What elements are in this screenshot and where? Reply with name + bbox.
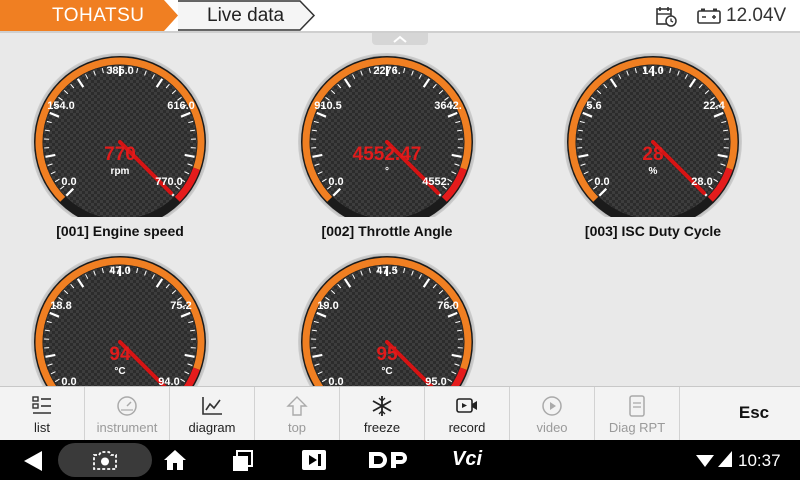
gauge-tick-min-label: 0.0	[61, 176, 76, 188]
gauge-5[interactable]: 47.5 19.0 76.0 0.0 95.0 95 °C	[267, 247, 507, 386]
toolbar-button-label: freeze	[363, 420, 401, 435]
battery-icon	[697, 8, 721, 24]
gauge-tick-top-label: 47.0	[109, 265, 130, 277]
diagram-button[interactable]: diagram	[170, 387, 255, 441]
gauge-value: 770	[104, 144, 136, 165]
diag-rpt-button[interactable]: Diag RPT	[595, 387, 680, 441]
gauge-dial: 385.0 154.0 616.0 0.0 770.0 770rpm	[31, 53, 209, 217]
gauge-tick-high-label: 75.2	[170, 300, 191, 312]
gauge-tick-max-label: 770.0	[155, 176, 183, 188]
gauge-tick-min-label: 0.0	[594, 176, 609, 188]
gauge-tick-low-label: 19.0	[317, 300, 338, 312]
snowflake-icon	[372, 396, 392, 416]
gauge-tick-top-label: 47.5	[376, 265, 397, 277]
gauge-icon	[117, 396, 137, 416]
gauge-value: 95	[376, 344, 398, 365]
home-icon[interactable]	[163, 449, 187, 471]
gauge-tick-max-label: 94.0	[158, 376, 179, 386]
dp-logo-icon[interactable]	[367, 450, 411, 470]
play-icon	[542, 396, 562, 416]
chevron-up-icon	[393, 35, 407, 43]
gauge-value: 4552.47	[353, 144, 422, 165]
gauge-2[interactable]: 2276. 910.5 3642. 0.0 4552. 4552.47 ° [002] Thr…	[267, 47, 507, 247]
vci-button[interactable]: Vci	[452, 448, 482, 471]
bottom-toolbar: list instrument diagram top freeze record vide…	[0, 386, 800, 441]
collapse-handle[interactable]	[372, 33, 428, 45]
gauge-tick-top-label: 2276.	[373, 65, 401, 77]
top-button[interactable]: top	[255, 387, 340, 441]
toolbar-button-label: video	[536, 420, 568, 435]
document-icon	[629, 395, 645, 417]
app-switch-icon[interactable]	[301, 449, 327, 471]
calendar-clock-icon	[656, 7, 677, 27]
video-camera-icon	[456, 398, 477, 413]
gauge-tick-high-label: 76.0	[437, 300, 458, 312]
gauge-tick-max-label: 4552.	[422, 176, 450, 188]
gauge-1[interactable]: 385.0 154.0 616.0 0.0 770.0 770 rpm [001] Engin…	[0, 47, 240, 247]
gauge-tick-high-label: 3642.	[434, 100, 462, 112]
clock: 10:37	[738, 451, 781, 470]
instrument-button[interactable]: instrument	[85, 387, 170, 441]
toolbar-button-label: instrument	[96, 420, 158, 435]
gauge-tick-high-label: 22.4	[703, 100, 725, 112]
brand-tab[interactable]: TOHATSU	[0, 0, 178, 31]
gauge-tick-low-label: 5.6	[586, 100, 601, 112]
gauge-dial: 14.0 5.6 22.4 0.0 28.0 28%	[564, 53, 742, 217]
toolbar-button-label: top	[287, 420, 307, 435]
wifi-icon	[696, 455, 714, 467]
breadcrumb: Live data	[176, 0, 316, 31]
battery-voltage: 12.04V	[726, 5, 787, 26]
gauge-tick-min-label: 0.0	[328, 176, 343, 188]
signal-icon	[718, 451, 732, 467]
recent-apps-icon[interactable]	[232, 450, 254, 472]
gauge-dial: 47.0 18.8 75.2 0.0 94.0 94°C	[31, 253, 209, 386]
arrow-up-icon	[286, 396, 308, 416]
gauge-unit: %	[649, 166, 658, 177]
freeze-button[interactable]: freeze	[340, 387, 425, 441]
gauge-dial: 2276. 910.5 3642. 0.0 4552.4552.47°	[298, 53, 476, 217]
record-button[interactable]: record	[425, 387, 510, 441]
esc-label: Esc	[738, 403, 770, 422]
gauge-dial: 47.5 19.0 76.0 0.0 95.0 95°C	[298, 253, 476, 386]
gauge-unit: °	[385, 166, 389, 177]
esc-button[interactable]: Esc	[708, 387, 800, 441]
gauge-tick-min-label: 0.0	[61, 376, 76, 386]
gauge-title: [001] Engine speed	[56, 223, 184, 239]
system-nav-bar: Vci 10:37	[0, 440, 800, 480]
gauge-tick-min-label: 0.0	[328, 376, 343, 386]
gauge-tick-max-label: 28.0	[691, 176, 712, 188]
breadcrumb-label: Live data	[207, 5, 285, 26]
gauge-tick-high-label: 616.0	[167, 100, 195, 112]
gauge-unit: rpm	[111, 166, 130, 177]
toolbar-button-label: Diag RPT	[608, 420, 666, 435]
toolbar-button-label: record	[448, 420, 486, 435]
gauge-unit: °C	[381, 366, 392, 377]
gauge-value: 28	[642, 144, 663, 165]
gauge-title: [002] Throttle Angle	[321, 223, 453, 239]
gauge-tick-top-label: 385.0	[106, 65, 134, 77]
list-icon	[32, 396, 51, 414]
toolbar-button-label: diagram	[188, 420, 236, 435]
list-button[interactable]: list	[0, 387, 85, 441]
vci-label: Vci	[452, 448, 483, 470]
gauge-4[interactable]: 47.0 18.8 75.2 0.0 94.0 94 °C	[0, 247, 240, 386]
gauge-tick-low-label: 154.0	[47, 100, 75, 112]
gauge-value: 94	[109, 344, 131, 365]
toolbar-button-label: list	[34, 420, 50, 435]
gauge-3[interactable]: 14.0 5.6 22.4 0.0 28.0 28% [003] ISC Duty Cycl…	[533, 47, 773, 247]
camera-icon	[93, 451, 117, 470]
back-icon[interactable]	[22, 450, 44, 472]
screenshot-button[interactable]	[58, 443, 152, 477]
gauge-panel: 385.0 154.0 616.0 0.0 770.0 770 rpm [001] Engin…	[0, 33, 800, 386]
gauge-tick-max-label: 95.0	[425, 376, 446, 386]
top-header: TOHATSU Live data 12.04V	[0, 0, 800, 33]
gauge-tick-top-label: 14.0	[642, 65, 663, 77]
video-button[interactable]: video	[510, 387, 595, 441]
gauge-tick-low-label: 18.8	[50, 300, 71, 312]
gauge-tick-low-label: 910.5	[314, 100, 342, 112]
chart-icon	[202, 397, 222, 415]
gauge-title: [003] ISC Duty Cycle	[584, 223, 722, 239]
gauge-unit: °C	[114, 366, 125, 377]
brand-label: TOHATSU	[52, 5, 145, 26]
